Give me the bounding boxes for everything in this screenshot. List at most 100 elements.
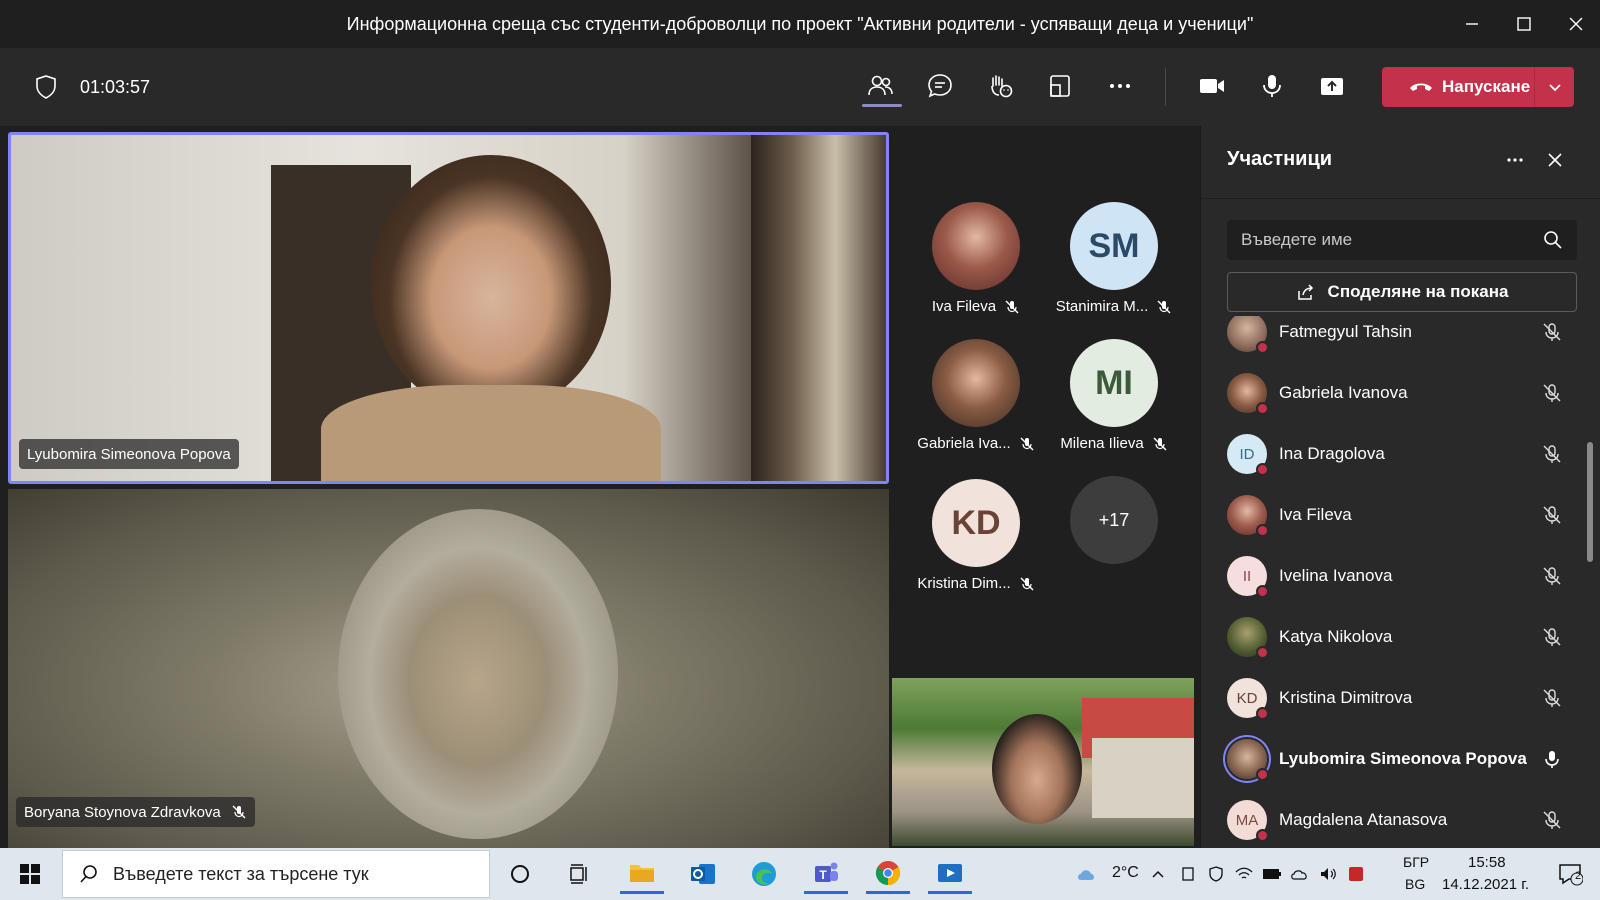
mic-off-icon bbox=[1020, 437, 1034, 450]
speaker-name: Lyubomira Simeonova Popova bbox=[27, 445, 231, 463]
avatar: KD bbox=[932, 479, 1020, 567]
participant-name: Magdalena Atanasova bbox=[1279, 810, 1448, 829]
volume-icon[interactable] bbox=[1316, 854, 1340, 894]
chevron-down-icon[interactable] bbox=[1535, 79, 1574, 95]
list-item-speaking[interactable]: Lyubomira Simeonova Popova bbox=[1227, 734, 1567, 784]
tile-name: Iva Fileva bbox=[931, 298, 997, 315]
tile-name: Milena Ilieva bbox=[1060, 435, 1144, 452]
participant-name: Kristina Dimitrova bbox=[1279, 688, 1413, 707]
rooms-icon[interactable] bbox=[1040, 66, 1080, 106]
panel-divider bbox=[1201, 198, 1600, 199]
participant-name: Fatmegyul Tahsin bbox=[1279, 322, 1412, 341]
tile-milena[interactable]: MI Milena Ilieva bbox=[1044, 339, 1184, 452]
mic-icon[interactable] bbox=[1541, 748, 1563, 770]
people-icon[interactable] bbox=[860, 66, 900, 106]
meeting-toolbar bbox=[0, 48, 1600, 126]
cortana-icon[interactable] bbox=[498, 854, 542, 894]
avatar bbox=[1227, 373, 1269, 415]
tile-gabriela[interactable]: Gabriela Iva... bbox=[906, 339, 1046, 452]
list-item[interactable]: II Ivelina Ivanova bbox=[1227, 551, 1567, 601]
list-item[interactable]: ID Ina Dragolova bbox=[1227, 429, 1567, 479]
search-input[interactable] bbox=[1241, 230, 1543, 250]
teams-icon[interactable]: T bbox=[804, 854, 848, 894]
panel-scrollbar[interactable] bbox=[1587, 442, 1593, 562]
close-icon[interactable] bbox=[1539, 144, 1571, 176]
security-icon[interactable] bbox=[1204, 854, 1228, 894]
mic-off-icon[interactable] bbox=[1541, 443, 1563, 465]
language-bottom[interactable]: BG bbox=[1405, 876, 1425, 892]
tile-name: Kristina Dim... bbox=[917, 575, 1011, 592]
mic-off-icon[interactable] bbox=[1541, 504, 1563, 526]
mic-off-icon[interactable] bbox=[1541, 382, 1563, 404]
search-icon[interactable] bbox=[1543, 230, 1563, 250]
taskbar-search-text: Въведете текст за търсене тук bbox=[113, 863, 369, 884]
avatar bbox=[932, 339, 1020, 427]
wifi-icon[interactable] bbox=[1232, 854, 1256, 894]
notification-icon[interactable]: 2 bbox=[1548, 854, 1592, 894]
chrome-icon[interactable] bbox=[866, 854, 910, 894]
chevron-up-icon[interactable] bbox=[1146, 854, 1170, 894]
speaker-shoulders bbox=[321, 385, 661, 481]
tile-iva-fileva[interactable]: Iva Fileva bbox=[906, 202, 1046, 315]
video-second-speaker[interactable]: Boryana Stoynova Zdravkova bbox=[8, 489, 889, 848]
windows-start-icon[interactable] bbox=[8, 854, 52, 894]
taskbar-search[interactable]: Въведете текст за търсене тук bbox=[62, 850, 490, 898]
mic-off-icon[interactable] bbox=[1541, 321, 1563, 343]
mic-off-icon[interactable] bbox=[1541, 687, 1563, 709]
second-speaker-figure bbox=[338, 509, 618, 839]
maximize-icon[interactable] bbox=[1500, 0, 1548, 48]
device-icon[interactable] bbox=[1176, 854, 1200, 894]
media-player-icon[interactable] bbox=[928, 854, 972, 894]
outlook-icon[interactable] bbox=[681, 854, 725, 894]
more-count[interactable]: +17 bbox=[1070, 476, 1158, 564]
self-view-video[interactable] bbox=[892, 678, 1194, 846]
tile-kristina[interactable]: KD Kristina Dim... bbox=[906, 479, 1046, 592]
avatar-initials: KD bbox=[951, 503, 1001, 542]
video-main-speaker[interactable]: Lyubomira Simeonova Popova bbox=[8, 132, 889, 484]
avatar-initials: MA bbox=[1235, 811, 1259, 829]
clock-time[interactable]: 15:58 bbox=[1468, 854, 1506, 871]
close-icon[interactable] bbox=[1552, 0, 1600, 48]
participant-search[interactable] bbox=[1227, 220, 1577, 260]
mic-off-icon[interactable] bbox=[1541, 565, 1563, 587]
mic-off-icon[interactable] bbox=[1541, 809, 1563, 831]
share-invite-label: Споделяне на покана bbox=[1327, 282, 1509, 301]
share-invite-button[interactable]: Споделяне на покана bbox=[1227, 272, 1577, 312]
participant-name: Lyubomira Simeonova Popova bbox=[1279, 749, 1527, 768]
file-explorer-icon[interactable] bbox=[620, 854, 664, 894]
onedrive-icon[interactable] bbox=[1288, 854, 1312, 894]
people-active-indicator bbox=[862, 104, 902, 107]
leave-button[interactable]: Напускане bbox=[1382, 67, 1574, 107]
task-view-icon[interactable] bbox=[557, 854, 601, 894]
chat-icon[interactable] bbox=[920, 66, 960, 106]
share-icon[interactable] bbox=[1312, 66, 1352, 106]
weather-icon[interactable] bbox=[1066, 854, 1110, 894]
battery-icon[interactable] bbox=[1260, 854, 1284, 894]
language-top[interactable]: БГР bbox=[1403, 854, 1429, 870]
minimize-icon[interactable] bbox=[1448, 0, 1496, 48]
list-item[interactable]: Gabriela Ivanova bbox=[1227, 368, 1567, 418]
react-icon[interactable] bbox=[980, 66, 1020, 106]
panel-title: Участници bbox=[1227, 148, 1333, 170]
clock-date[interactable]: 14.12.2021 г. bbox=[1442, 876, 1529, 893]
list-item[interactable]: Katya Nikolova bbox=[1227, 612, 1567, 662]
status-dot bbox=[1256, 585, 1269, 598]
list-item[interactable]: KD Kristina Dimitrova bbox=[1227, 673, 1567, 723]
list-item[interactable]: MA Magdalena Atanasova bbox=[1227, 795, 1567, 845]
tile-stanimira[interactable]: SM Stanimira M... bbox=[1044, 202, 1184, 315]
camera-icon[interactable] bbox=[1192, 66, 1232, 106]
status-dot bbox=[1256, 829, 1269, 842]
mic-off-icon[interactable] bbox=[1541, 626, 1563, 648]
more-icon[interactable] bbox=[1499, 144, 1531, 176]
app-tray-icon[interactable] bbox=[1344, 854, 1368, 894]
leave-main[interactable]: Напускане bbox=[1382, 67, 1534, 107]
list-item[interactable]: Iva Fileva bbox=[1227, 490, 1567, 540]
tile-more-participants[interactable]: +17 bbox=[1044, 476, 1184, 564]
more-icon[interactable] bbox=[1100, 66, 1140, 106]
list-item[interactable]: Fatmegyul Tahsin bbox=[1227, 316, 1567, 357]
building bbox=[1092, 738, 1194, 818]
avatar: MI bbox=[1070, 339, 1158, 427]
mic-icon[interactable] bbox=[1252, 66, 1292, 106]
edge-icon[interactable] bbox=[742, 854, 786, 894]
avatar bbox=[1227, 617, 1269, 659]
